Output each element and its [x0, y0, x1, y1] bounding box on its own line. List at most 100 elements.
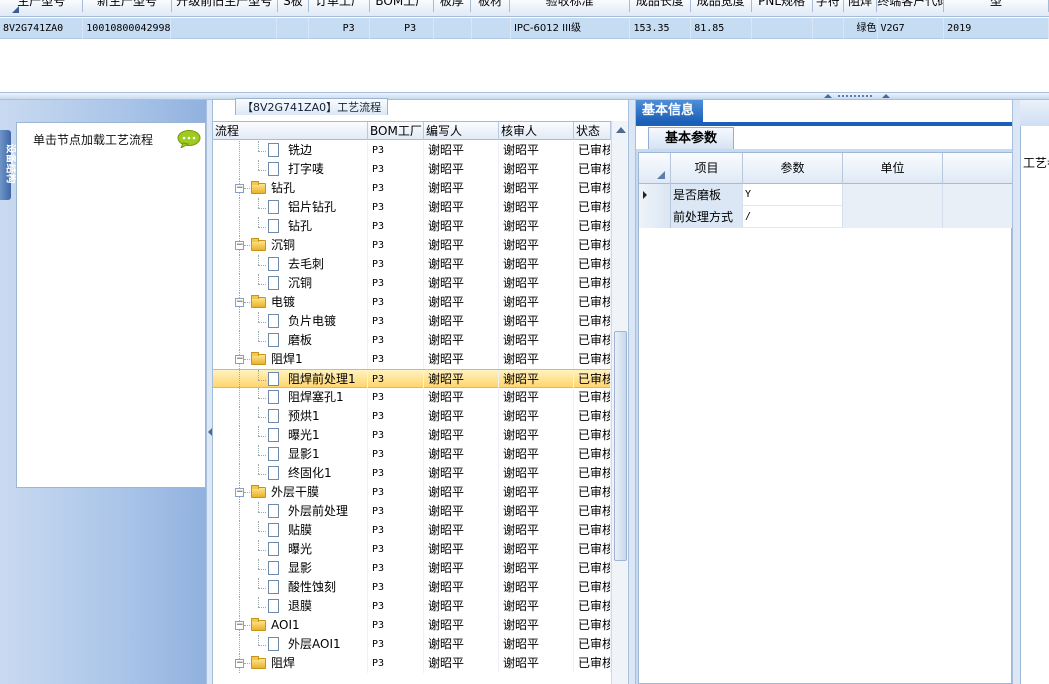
tree-step-row[interactable]: 阻焊前处理1 P3 谢昭平 谢昭平 已审核	[213, 369, 611, 389]
writer-cell[interactable]: 谢昭平	[424, 236, 499, 255]
order-col-header[interactable]: 验收标准	[510, 0, 630, 12]
writer-cell[interactable]: 谢昭平	[424, 407, 499, 426]
order-cell[interactable]: IPC-6012 III级	[511, 18, 631, 39]
order-cell[interactable]: 153.35	[630, 18, 692, 39]
bom-cell[interactable]: P3	[368, 616, 424, 635]
status-cell[interactable]: 已审核	[574, 540, 611, 559]
tree-step-row[interactable]: 铣边 P3 谢昭平 谢昭平 已审核	[213, 141, 611, 160]
tree-group-row[interactable]: − 电镀 P3 谢昭平 谢昭平 已审核	[213, 293, 611, 312]
status-cell[interactable]: 已审核	[574, 160, 611, 179]
select-all-icon[interactable]	[657, 171, 665, 179]
status-cell[interactable]: 已审核	[574, 370, 611, 389]
writer-cell[interactable]: 谢昭平	[424, 217, 499, 236]
writer-cell[interactable]: 谢昭平	[424, 597, 499, 616]
bom-cell[interactable]: P3	[368, 559, 424, 578]
process-flow-tree[interactable]: 铣边 P3 谢昭平 谢昭平 已审核 打字唛 P3 谢昭平 谢昭平 已审核 − 钻孔 P3 谢昭平 谢昭平 已审…	[213, 141, 611, 684]
status-cell[interactable]: 已审核	[574, 464, 611, 483]
status-cell[interactable]: 已审核	[574, 426, 611, 445]
reviewer-cell[interactable]: 谢昭平	[499, 179, 574, 198]
order-cell[interactable]: 10010800042998	[83, 18, 172, 39]
reviewer-cell[interactable]: 谢昭平	[499, 578, 574, 597]
status-cell[interactable]: 已审核	[574, 559, 611, 578]
tree-step-row[interactable]: 外层前处理 P3 谢昭平 谢昭平 已审核	[213, 502, 611, 521]
order-col-header[interactable]: 型	[944, 0, 1049, 12]
tree-step-row[interactable]: 打字唛 P3 谢昭平 谢昭平 已审核	[213, 160, 611, 179]
tree-node[interactable]: 外层AOI1	[213, 635, 368, 654]
writer-cell[interactable]: 谢昭平	[424, 616, 499, 635]
reviewer-cell[interactable]: 谢昭平	[499, 426, 574, 445]
writer-cell[interactable]: 谢昭平	[424, 179, 499, 198]
tree-node[interactable]: − 钻孔	[213, 179, 368, 198]
writer-cell[interactable]: 谢昭平	[424, 370, 499, 389]
tree-node[interactable]: 外层前处理	[213, 502, 368, 521]
writer-cell[interactable]: 谢昭平	[424, 654, 499, 673]
order-col-header[interactable]: 升级前旧生产型号	[172, 0, 278, 12]
tree-group-row[interactable]: − 阻焊 P3 谢昭平 谢昭平 已审核	[213, 654, 611, 673]
writer-cell[interactable]: 谢昭平	[424, 502, 499, 521]
tree-node[interactable]: − 阻焊1	[213, 350, 368, 369]
reviewer-cell[interactable]: 谢昭平	[499, 160, 574, 179]
tree-group-row[interactable]: − AOI1 P3 谢昭平 谢昭平 已审核	[213, 616, 611, 635]
status-cell[interactable]: 已审核	[574, 217, 611, 236]
order-cell[interactable]	[277, 18, 309, 39]
status-cell[interactable]: 已审核	[574, 635, 611, 654]
param-unit-cell[interactable]	[843, 184, 943, 206]
writer-cell[interactable]: 谢昭平	[424, 312, 499, 331]
param-value-cell[interactable]: /	[743, 206, 843, 228]
writer-cell[interactable]: 谢昭平	[424, 483, 499, 502]
middle-splitter[interactable]	[628, 100, 636, 684]
writer-cell[interactable]: 谢昭平	[424, 255, 499, 274]
reviewer-cell[interactable]: 谢昭平	[499, 370, 574, 389]
writer-cell[interactable]: 谢昭平	[424, 293, 499, 312]
tree-col-header[interactable]: 核审人	[499, 122, 574, 140]
tree-node[interactable]: 酸性蚀刻	[213, 578, 368, 597]
writer-cell[interactable]: 谢昭平	[424, 350, 499, 369]
collapse-icon[interactable]: −	[235, 488, 244, 497]
reviewer-cell[interactable]: 谢昭平	[499, 616, 574, 635]
reviewer-cell[interactable]: 谢昭平	[499, 521, 574, 540]
bom-cell[interactable]: P3	[368, 370, 424, 389]
bom-cell[interactable]: P3	[368, 483, 424, 502]
tree-node[interactable]: 负片电镀	[213, 312, 368, 331]
tree-group-row[interactable]: − 外层干膜 P3 谢昭平 谢昭平 已审核	[213, 483, 611, 502]
reviewer-cell[interactable]: 谢昭平	[499, 597, 574, 616]
tree-node[interactable]: 贴膜	[213, 521, 368, 540]
tree-step-row[interactable]: 贴膜 P3 谢昭平 谢昭平 已审核	[213, 521, 611, 540]
tree-step-row[interactable]: 钻孔 P3 谢昭平 谢昭平 已审核	[213, 217, 611, 236]
tree-node[interactable]: 退膜	[213, 597, 368, 616]
reviewer-cell[interactable]: 谢昭平	[499, 654, 574, 673]
order-col-header[interactable]: BOM工厂	[370, 0, 434, 12]
order-col-header[interactable]: 成品长度	[630, 0, 691, 12]
writer-cell[interactable]: 谢昭平	[424, 141, 499, 160]
row-indicator[interactable]	[639, 206, 671, 228]
writer-cell[interactable]: 谢昭平	[424, 559, 499, 578]
writer-cell[interactable]: 谢昭平	[424, 464, 499, 483]
bom-cell[interactable]: P3	[368, 160, 424, 179]
status-cell[interactable]: 已审核	[574, 388, 611, 407]
tree-group-row[interactable]: − 钻孔 P3 谢昭平 谢昭平 已审核	[213, 179, 611, 198]
param-row[interactable]: 前处理方式 /	[639, 206, 1013, 228]
status-cell[interactable]: 已审核	[574, 236, 611, 255]
bom-cell[interactable]: P3	[368, 578, 424, 597]
tree-node[interactable]: − 阻焊	[213, 654, 368, 673]
collapse-icon[interactable]: −	[235, 298, 244, 307]
bom-cell[interactable]: P3	[368, 198, 424, 217]
col-item[interactable]: 项目	[671, 153, 743, 184]
tree-col-header[interactable]: 流程	[213, 122, 368, 140]
order-col-header[interactable]: 订单工厂	[309, 0, 370, 12]
tree-step-row[interactable]: 终固化1 P3 谢昭平 谢昭平 已审核	[213, 464, 611, 483]
writer-cell[interactable]: 谢昭平	[424, 521, 499, 540]
writer-cell[interactable]: 谢昭平	[424, 388, 499, 407]
tree-node[interactable]: − 电镀	[213, 293, 368, 312]
writer-cell[interactable]: 谢昭平	[424, 331, 499, 350]
tree-step-row[interactable]: 退膜 P3 谢昭平 谢昭平 已审核	[213, 597, 611, 616]
writer-cell[interactable]: 谢昭平	[424, 445, 499, 464]
order-cell[interactable]	[472, 18, 511, 39]
param-row[interactable]: 是否磨板 Y	[639, 184, 1013, 206]
col-param[interactable]: 参数	[743, 153, 843, 184]
order-col-header[interactable]: 板材	[471, 0, 511, 12]
tree-step-row[interactable]: 外层AOI1 P3 谢昭平 谢昭平 已审核	[213, 635, 611, 654]
param-item-cell[interactable]: 前处理方式	[671, 206, 743, 228]
tree-node[interactable]: 去毛刺	[213, 255, 368, 274]
bom-cell[interactable]: P3	[368, 597, 424, 616]
